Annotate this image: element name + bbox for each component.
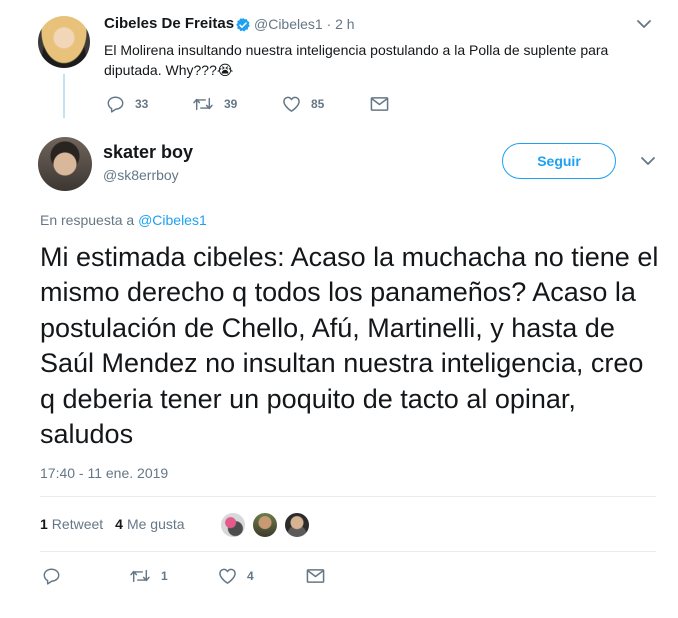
main-reply-button[interactable] bbox=[42, 567, 71, 585]
retweet-stat[interactable]: 1 Retweet bbox=[40, 516, 103, 532]
liker-avatar[interactable] bbox=[251, 511, 279, 539]
author-avatar[interactable] bbox=[38, 137, 92, 191]
reply-icon bbox=[107, 96, 124, 113]
liker-avatar[interactable] bbox=[283, 511, 311, 539]
parent-tweet-text: El Molirena insultando nuestra inteligen… bbox=[104, 42, 609, 78]
replying-to-handle-link[interactable]: @Cibeles1 bbox=[138, 212, 207, 228]
like-count: 85 bbox=[311, 97, 325, 111]
verified-badge-icon bbox=[236, 18, 250, 32]
like-button[interactable]: 85 bbox=[282, 95, 324, 113]
tweet-stats: 1 Retweet 4 Me gusta bbox=[40, 516, 185, 532]
retweet-icon bbox=[193, 97, 213, 111]
main-direct-message-button[interactable] bbox=[306, 568, 335, 584]
main-like-button[interactable]: 4 bbox=[218, 567, 254, 585]
parent-avatar[interactable] bbox=[38, 16, 90, 68]
follow-button[interactable]: Seguir bbox=[502, 143, 616, 179]
main-retweet-button[interactable]: 1 bbox=[129, 567, 168, 585]
author-handle[interactable]: @sk8errboy bbox=[103, 167, 179, 183]
parent-author-name[interactable]: Cibeles De Freitas bbox=[104, 15, 234, 32]
message-icon bbox=[306, 569, 325, 583]
like-stat-label: Me gusta bbox=[126, 516, 185, 532]
reply-count: 33 bbox=[135, 97, 149, 111]
heart-icon bbox=[283, 96, 300, 112]
divider bbox=[40, 496, 656, 497]
main-retweet-count: 1 bbox=[161, 569, 168, 583]
reply-button[interactable]: 33 bbox=[106, 95, 148, 113]
author-name[interactable]: skater boy bbox=[103, 142, 193, 163]
thread-line bbox=[63, 74, 65, 118]
heart-icon bbox=[219, 568, 236, 584]
message-icon bbox=[370, 97, 389, 111]
reply-icon bbox=[43, 568, 60, 585]
like-stat[interactable]: 4 Me gusta bbox=[115, 516, 184, 532]
replying-to: En respuesta a @Cibeles1 bbox=[40, 212, 207, 228]
parent-author-handle[interactable]: @Cibeles1 bbox=[254, 16, 323, 32]
like-stat-count: 4 bbox=[115, 516, 123, 532]
chevron-down-icon[interactable] bbox=[640, 155, 656, 167]
tweet-text: Mi estimada cibeles: Acaso la muchacha n… bbox=[40, 242, 659, 450]
replying-to-label: En respuesta a bbox=[40, 212, 139, 228]
retweet-count: 39 bbox=[224, 97, 238, 111]
tweet-timestamp[interactable]: 17:40 - 11 ene. 2019 bbox=[40, 465, 168, 481]
direct-message-button[interactable] bbox=[370, 96, 399, 112]
retweet-icon bbox=[130, 569, 150, 583]
parent-tweet-time[interactable]: · 2 h bbox=[327, 16, 355, 32]
liker-avatar[interactable] bbox=[219, 511, 247, 539]
retweet-button[interactable]: 39 bbox=[192, 95, 237, 113]
chevron-down-icon[interactable] bbox=[636, 18, 652, 30]
main-like-count: 4 bbox=[247, 569, 254, 583]
divider bbox=[40, 551, 656, 552]
retweet-stat-count: 1 bbox=[40, 516, 48, 532]
retweet-stat-label: Retweet bbox=[51, 516, 104, 532]
